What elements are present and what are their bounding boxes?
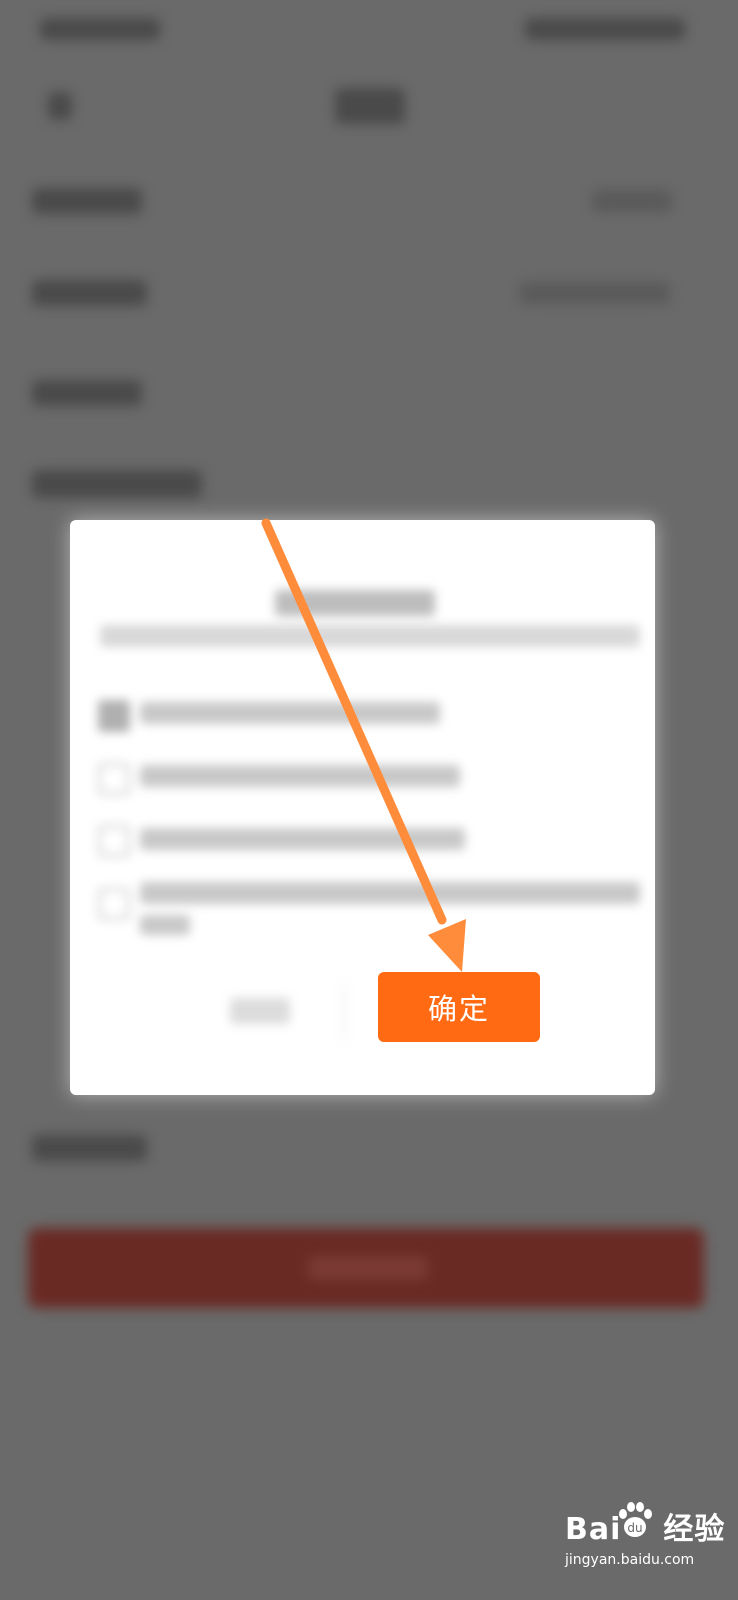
dialog-content	[70, 520, 655, 1095]
confirm-dialog: 确定	[70, 520, 655, 1095]
svg-text:du: du	[627, 1521, 642, 1535]
background-submit-label	[308, 1256, 428, 1280]
status-bar-left	[40, 18, 160, 40]
button-divider	[343, 982, 345, 1042]
settings-row	[32, 1135, 147, 1161]
background-submit-button	[28, 1228, 704, 1308]
settings-row-value	[592, 190, 672, 212]
page-title	[335, 88, 405, 124]
cancel-button[interactable]	[230, 998, 290, 1024]
option-label	[140, 882, 640, 904]
option-checkbox[interactable]	[98, 825, 130, 857]
dialog-description	[100, 625, 640, 647]
option-label	[140, 915, 190, 935]
settings-row-value	[520, 282, 670, 304]
settings-row	[32, 188, 142, 214]
watermark-url: jingyan.baidu.com	[565, 1552, 695, 1568]
settings-row	[32, 280, 147, 306]
status-bar-right	[525, 18, 685, 40]
confirm-button[interactable]: 确定	[378, 972, 540, 1042]
option-checkbox[interactable]	[98, 888, 130, 920]
back-icon	[48, 92, 72, 120]
dialog-title	[275, 590, 435, 616]
option-checkbox[interactable]	[98, 763, 130, 795]
option-label	[140, 765, 460, 787]
section-heading	[32, 470, 202, 498]
option-label	[140, 828, 465, 850]
baidu-paw-icon: du	[619, 1502, 652, 1537]
watermark: Bai 经验 du jingyan.baidu.com	[565, 1500, 725, 1590]
option-label	[140, 702, 440, 724]
settings-row	[32, 380, 142, 406]
option-checkbox[interactable]	[98, 700, 130, 732]
